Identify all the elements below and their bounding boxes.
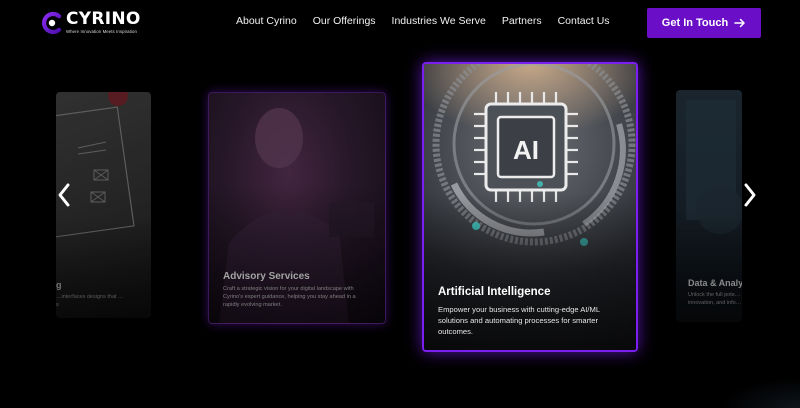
carousel-card[interactable]: Advisory Services Craft a strategic visi… [208, 92, 386, 324]
get-in-touch-button[interactable]: Get In Touch [647, 8, 761, 38]
carousel-card-active[interactable]: AI Artificial Intelligence Empower your … [422, 62, 638, 352]
brand-tagline: Where Innovation Meets Inspiration [66, 29, 137, 35]
card-title: Artificial Intelligence [438, 286, 551, 298]
card-description: Empower your business with cutting-edge … [438, 305, 600, 336]
card-title: Data & Analy [688, 278, 742, 288]
card-description: Unlock the full pote… innovation, and in… [688, 292, 742, 306]
nav-item-industries[interactable]: Industries We Serve [392, 15, 486, 27]
nav-item-contact[interactable]: Contact Us [558, 15, 610, 27]
nav-item-about[interactable]: About Cyrino [236, 15, 297, 27]
arrow-right-icon [734, 18, 745, 28]
nav-item-offerings[interactable]: Our Offerings [313, 15, 376, 27]
decorative-glow [720, 378, 800, 408]
get-in-touch-label: Get In Touch [661, 17, 729, 29]
cyrino-logo-icon [40, 11, 64, 35]
nav-item-partners[interactable]: Partners [502, 15, 542, 27]
card-title: Advisory Services [223, 271, 310, 282]
chevron-right-icon [744, 183, 756, 207]
carousel-next-button[interactable] [742, 182, 758, 208]
site-header: CYRINO Where Innovation Meets Inspiratio… [0, 0, 800, 46]
chevron-left-icon [58, 183, 70, 207]
card-description: …interfaces designs that …s [56, 294, 124, 308]
brand-logo[interactable]: CYRINO Where Innovation Meets Inspiratio… [40, 10, 141, 36]
card-title: g [56, 280, 62, 290]
card-description: Craft a strategic vision for your digita… [223, 286, 356, 309]
brand-name: CYRINO [66, 9, 141, 30]
carousel-prev-button[interactable] [56, 182, 72, 208]
carousel-card[interactable]: Data & Analy Unlock the full pote… innov… [676, 90, 742, 322]
main-nav: About Cyrino Our Offerings Industries We… [236, 15, 610, 27]
